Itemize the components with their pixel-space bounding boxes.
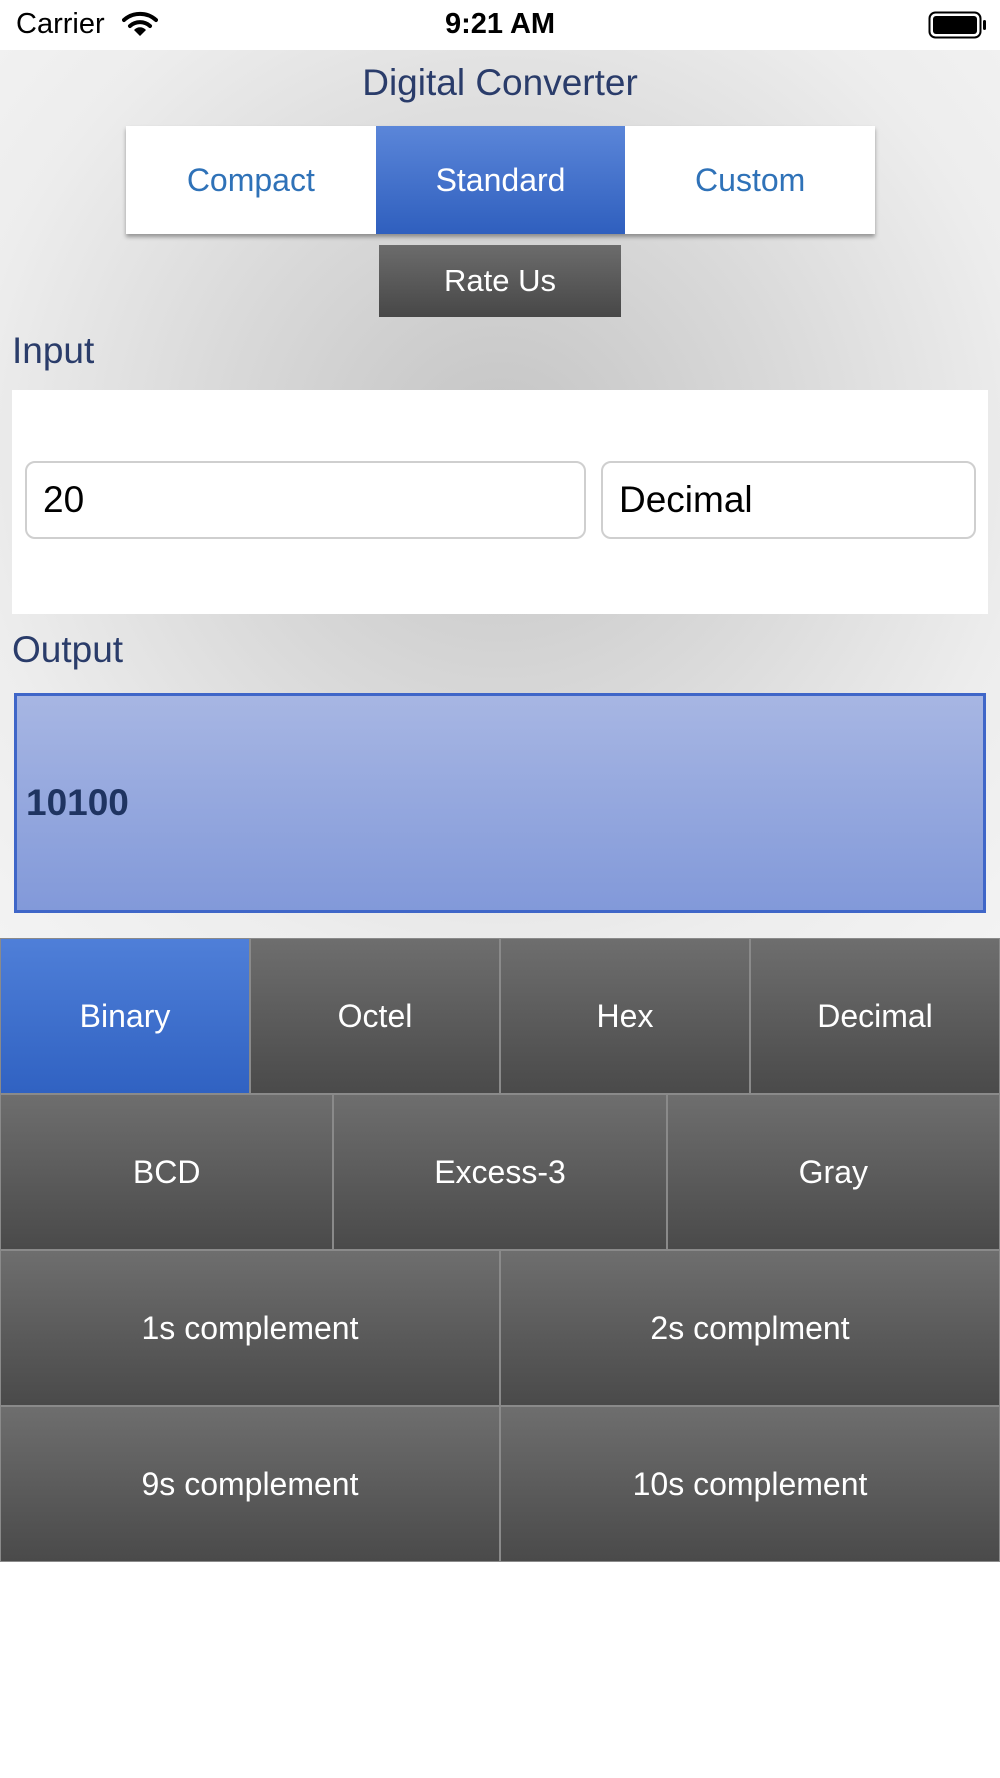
- battery-icon: [928, 11, 988, 44]
- rate-us-button[interactable]: Rate Us: [379, 245, 621, 317]
- gray-button[interactable]: Gray: [666, 1094, 1000, 1250]
- keypad-row: BCD Excess-3 Gray: [0, 1094, 1000, 1250]
- conversion-keypad: Binary Octel Hex Decimal BCD Excess-3 Gr…: [0, 938, 1000, 1562]
- converter-panel: Digital Converter Compact Standard Custo…: [0, 50, 1000, 938]
- octel-button[interactable]: Octel: [250, 938, 500, 1094]
- excess-3-button[interactable]: Excess-3: [333, 1094, 667, 1250]
- output-label: Output: [12, 629, 124, 670]
- input-card: 20 Decimal: [12, 390, 988, 614]
- tab-custom[interactable]: Custom: [625, 126, 876, 234]
- ones-complement-button[interactable]: 1s complement: [0, 1250, 500, 1406]
- hex-button[interactable]: Hex: [500, 938, 750, 1094]
- input-label: Input: [12, 330, 95, 371]
- base-select[interactable]: Decimal: [601, 461, 976, 539]
- keypad-row: 1s complement 2s complment: [0, 1250, 1000, 1406]
- tab-standard[interactable]: Standard: [375, 126, 626, 234]
- app-title: Digital Converter: [362, 62, 638, 103]
- status-time: 9:21 AM: [444, 8, 556, 40]
- value-input[interactable]: 20: [25, 461, 586, 539]
- binary-button[interactable]: Binary: [0, 938, 250, 1094]
- tab-compact[interactable]: Compact: [126, 126, 376, 234]
- tens-complement-button[interactable]: 10s complement: [500, 1406, 1000, 1562]
- output-display: 10100: [14, 693, 986, 913]
- mode-tabs: Compact Standard Custom: [126, 126, 876, 234]
- twos-complement-button[interactable]: 2s complment: [500, 1250, 1000, 1406]
- bcd-button[interactable]: BCD: [0, 1094, 334, 1250]
- status-bar: Carrier 9:21 AM: [0, 0, 1000, 50]
- decimal-button[interactable]: Decimal: [750, 938, 1000, 1094]
- keypad-row: 9s complement 10s complement: [0, 1406, 1000, 1562]
- keypad-row: Binary Octel Hex Decimal: [0, 938, 1000, 1094]
- nines-complement-button[interactable]: 9s complement: [0, 1406, 500, 1562]
